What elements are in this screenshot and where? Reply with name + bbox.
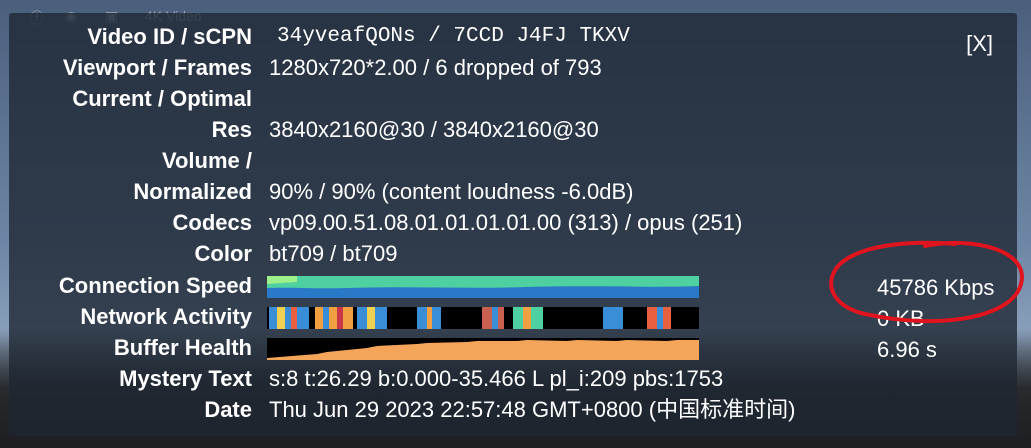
stats-row-video-id: Video ID / sCPN 34yveafQONs / 7CCD J4FJ …: [9, 21, 1017, 52]
stats-row-date: Date Thu Jun 29 2023 22:57:48 GMT+0800 (…: [9, 394, 1017, 425]
stats-label: Codecs: [172, 210, 252, 235]
network-activity-value: 0 KB: [877, 306, 925, 331]
stats-label: Color: [194, 241, 252, 266]
stats-label: Viewport / Frames: [62, 55, 252, 80]
network-activity-graph: [267, 307, 699, 329]
buffer-health-graph: [267, 338, 699, 360]
stats-value: 34yveafQONs / 7CCD J4FJ TKXV: [277, 25, 630, 48]
stats-label: Network Activity: [80, 304, 252, 329]
stats-label: Buffer Health: [113, 335, 252, 360]
connection-speed-value: 45786 Kbps: [877, 275, 995, 300]
stats-value: Thu Jun 29 2023 22:57:48 GMT+0800 (中国标准时…: [269, 397, 796, 422]
stats-value: vp09.00.51.08.01.01.01.01.00 (313) / opu…: [269, 210, 743, 235]
buffer-health-value: 6.96 s: [877, 337, 937, 362]
stats-for-nerds-panel: [X] Video ID / sCPN 34yveafQONs / 7CCD J…: [9, 13, 1017, 436]
stats-row-mystery-text: Mystery Text s:8 t:26.29 b:0.000-35.466 …: [9, 363, 1017, 394]
stats-value: bt709 / bt709: [269, 241, 398, 266]
stats-value: 90% / 90% (content loudness -6.0dB): [269, 179, 634, 204]
stats-label: Video ID / sCPN: [87, 24, 252, 49]
stats-row-current-optimal: Current / Optimal: [9, 83, 1017, 114]
stats-row-viewport: Viewport / Frames 1280x720*2.00 / 6 drop…: [9, 52, 1017, 83]
stats-row-res: Res 3840x2160@30 / 3840x2160@30: [9, 114, 1017, 145]
connection-speed-graph: [267, 276, 699, 298]
stats-row-color: Color bt709 / bt709: [9, 238, 1017, 269]
stats-label: Connection Speed: [58, 273, 252, 298]
stats-value: 1280x720*2.00 / 6 dropped of 793: [269, 55, 602, 80]
stats-label: Mystery Text: [119, 366, 252, 391]
stats-label: Res: [211, 117, 252, 142]
stats-label: Normalized: [133, 179, 252, 204]
stats-value: s:8 t:26.29 b:0.000-35.466 L pl_i:209 pb…: [269, 366, 724, 391]
stats-row-volume: Volume /: [9, 145, 1017, 176]
stats-row-codecs: Codecs vp09.00.51.08.01.01.01.01.00 (313…: [9, 207, 1017, 238]
stats-label: Volume /: [161, 148, 252, 173]
stats-value: 3840x2160@30 / 3840x2160@30: [269, 117, 599, 142]
stats-label: Current / Optimal: [72, 86, 252, 111]
stats-row-normalized: Normalized 90% / 90% (content loudness -…: [9, 176, 1017, 207]
stats-label: Date: [204, 397, 252, 422]
